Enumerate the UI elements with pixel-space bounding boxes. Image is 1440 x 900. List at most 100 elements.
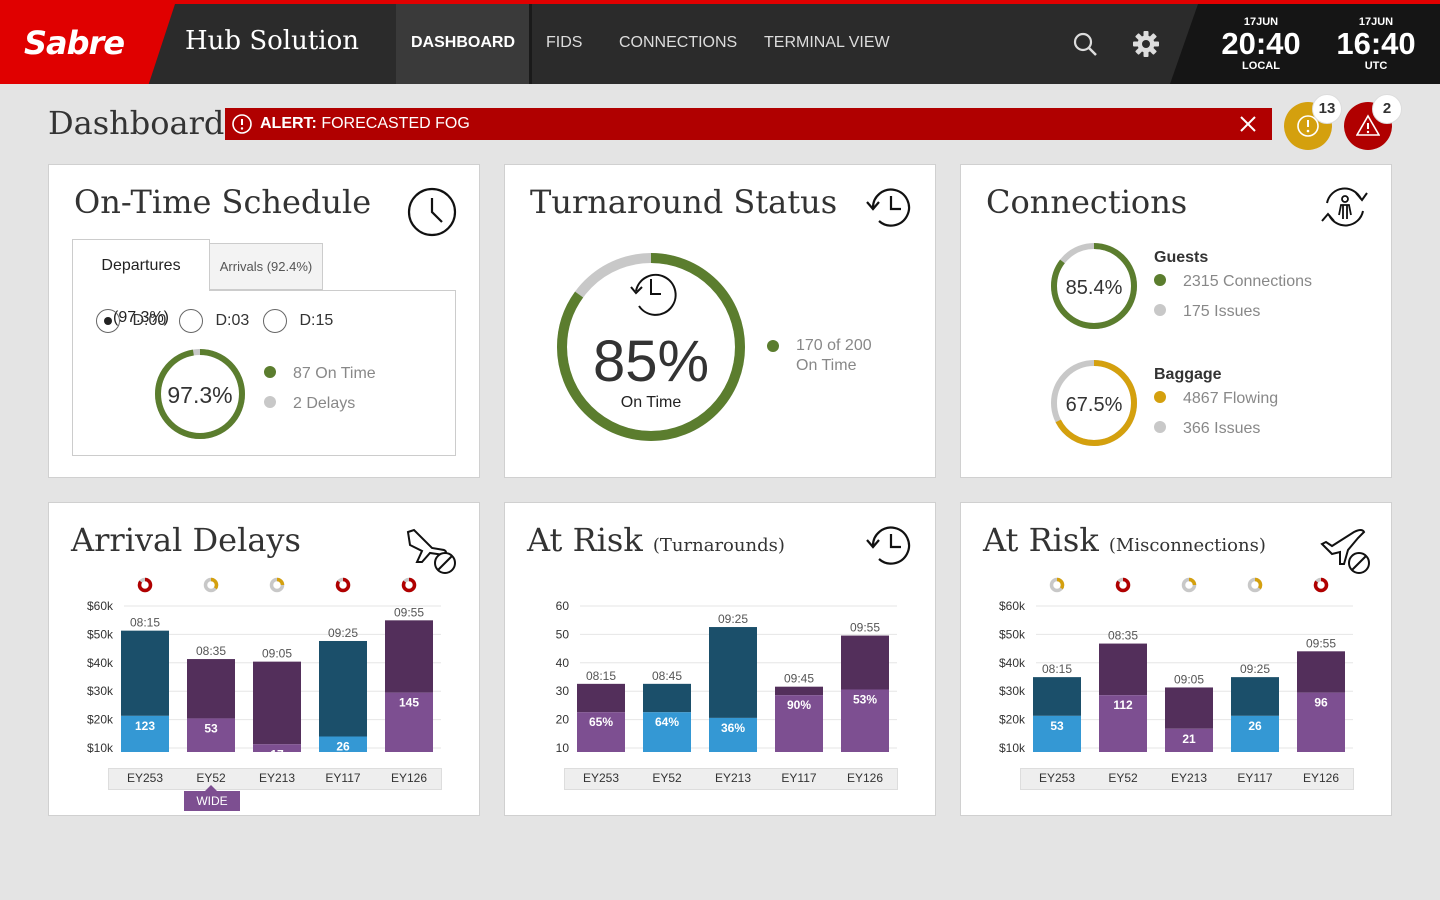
search-icon[interactable] bbox=[1072, 31, 1098, 57]
x-tick-label: EY213 bbox=[258, 771, 296, 785]
legend-label: 366 Issues bbox=[1183, 420, 1261, 437]
history-icon bbox=[866, 526, 911, 565]
nav-connections[interactable]: CONNECTIONS bbox=[619, 4, 737, 84]
x-tick-label: EY117 bbox=[1237, 771, 1273, 785]
utc-zone: UTC bbox=[1364, 60, 1388, 72]
bar-time-label: 08:15 bbox=[586, 669, 616, 683]
card-title: Arrival Delays bbox=[71, 521, 301, 559]
radio-label: D:15 bbox=[299, 312, 334, 330]
clock-panel: 17JUN 20:40 LOCAL 17JUN 16:40 UTC bbox=[1170, 4, 1440, 84]
close-icon[interactable] bbox=[1240, 116, 1256, 132]
x-tick-label: EY253 bbox=[582, 771, 620, 785]
turnaround-donut: 85% On Time bbox=[557, 253, 745, 441]
bar-time-label: 09:25 bbox=[1240, 662, 1270, 676]
legend-connections: 2315 Connections bbox=[1154, 273, 1312, 291]
local-clock: 17JUN 20:40 LOCAL bbox=[1211, 16, 1311, 72]
legend-label: 4867 Flowing bbox=[1183, 390, 1279, 407]
sabre-logo[interactable]: Sabre bbox=[0, 4, 175, 84]
tab-departures[interactable]: Departures (97.3%) bbox=[72, 239, 210, 326]
card-title: At Risk (Misconnections) bbox=[983, 521, 1266, 559]
bar-time-label: 09:25 bbox=[718, 612, 748, 626]
title-text: At Risk bbox=[983, 521, 1099, 559]
nav-terminal-view[interactable]: TERMINAL VIEW bbox=[764, 4, 890, 84]
bar-top-segment bbox=[643, 683, 691, 713]
alert-banner: ALERT: FORECASTED FOG bbox=[225, 108, 1272, 140]
bar-time-label: 09:55 bbox=[1306, 636, 1336, 650]
y-tick-label: 60 bbox=[556, 599, 570, 613]
bar-time-label: 09:05 bbox=[1174, 672, 1204, 686]
badge-pointer bbox=[205, 785, 217, 791]
y-tick-label: 40 bbox=[556, 656, 570, 670]
y-tick-label: $30k bbox=[999, 684, 1026, 698]
gear-icon[interactable] bbox=[1132, 30, 1160, 58]
bar-value-label: 26 bbox=[336, 740, 350, 754]
card-title: At Risk (Turnarounds) bbox=[527, 521, 785, 559]
bar-value-label: 112 bbox=[1113, 698, 1133, 712]
nav-dashboard[interactable]: DASHBOARD bbox=[396, 4, 530, 84]
x-tick-label: EY52 bbox=[1108, 771, 1138, 785]
title-text: At Risk bbox=[527, 521, 643, 559]
bar-top-segment bbox=[841, 635, 889, 690]
legend-line: On Time bbox=[796, 357, 857, 374]
bar-top-segment bbox=[1033, 677, 1081, 716]
bar-time-label: 08:15 bbox=[1042, 662, 1072, 676]
plane-blocked-icon bbox=[1320, 529, 1370, 574]
legend-on-time: 87 On Time bbox=[264, 365, 376, 383]
y-tick-label: $20k bbox=[999, 713, 1026, 727]
x-tick-label: EY253 bbox=[126, 771, 164, 785]
legend-label: 2 Delays bbox=[293, 395, 356, 412]
x-tick-label: EY117 bbox=[781, 771, 817, 785]
radio-circle bbox=[96, 309, 120, 333]
y-tick-label: $40k bbox=[87, 656, 114, 670]
card-title: Connections bbox=[986, 183, 1188, 221]
plane-landing-blocked-icon bbox=[406, 528, 456, 574]
radio-circle bbox=[179, 309, 203, 333]
wide-body-badge: WIDE bbox=[184, 791, 240, 811]
y-tick-label: $60k bbox=[999, 599, 1026, 613]
bar-time-label: 08:35 bbox=[196, 644, 226, 658]
legend-label: 87 On Time bbox=[293, 365, 376, 382]
radio-d15[interactable]: D:15 bbox=[263, 309, 333, 333]
alert-prefix: ALERT: bbox=[260, 115, 317, 132]
donut-value: 85.4% bbox=[1066, 277, 1123, 299]
bar-time-label: 08:45 bbox=[652, 669, 682, 683]
y-tick-label: 20 bbox=[556, 713, 570, 727]
y-tick-label: $10k bbox=[999, 741, 1026, 755]
donut-value: 97.3% bbox=[167, 382, 232, 408]
bar-top-segment bbox=[709, 627, 757, 718]
radio-label: D:00 bbox=[132, 312, 167, 330]
utc-time: 16:40 bbox=[1336, 26, 1416, 61]
radio-d03[interactable]: D:03 bbox=[179, 309, 249, 333]
at-risk-misconnections-card: At Risk (Misconnections) $60k $50k $40k $30… bbox=[960, 502, 1392, 816]
legend-label: 2315 Connections bbox=[1183, 273, 1312, 290]
bar-top-segment bbox=[319, 640, 367, 737]
x-tick-label: EY213 bbox=[1170, 771, 1208, 785]
local-zone: LOCAL bbox=[1242, 60, 1280, 72]
logo-text: Sabre bbox=[24, 24, 125, 62]
connections-card: Connections 85.4% Guests 2315 Connection… bbox=[960, 164, 1392, 478]
clock-icon bbox=[407, 187, 457, 237]
legend-label: 175 Issues bbox=[1183, 303, 1261, 320]
bar-top-segment bbox=[253, 661, 301, 745]
baggage-label: Baggage bbox=[1154, 366, 1222, 383]
legend-delays: 2 Delays bbox=[264, 395, 355, 413]
tab-arrivals[interactable]: Arrivals (92.4%) bbox=[209, 243, 323, 290]
warning-count-badge: 13 bbox=[1312, 94, 1342, 124]
bar-top-segment bbox=[1165, 687, 1213, 729]
radio-label: D:03 bbox=[215, 312, 250, 330]
y-tick-label: $10k bbox=[87, 741, 114, 755]
nav-fids[interactable]: FIDS bbox=[546, 4, 582, 84]
turnaround-sub: On Time bbox=[621, 394, 682, 411]
radio-d00[interactable]: D:00 bbox=[96, 309, 166, 333]
bar-top-segment bbox=[187, 659, 235, 719]
alert-text: FORECASTED FOG bbox=[316, 115, 470, 132]
y-tick-label: $40k bbox=[999, 656, 1026, 670]
x-tick-label: EY117 bbox=[325, 771, 361, 785]
bar-top-segment bbox=[121, 630, 169, 716]
bar-time-label: 09:55 bbox=[850, 621, 880, 635]
bar-value-label: 96 bbox=[1314, 696, 1328, 710]
bar-value-label: 53% bbox=[853, 693, 877, 707]
bar-value-label: 21 bbox=[1182, 732, 1196, 746]
legend-issues: 175 Issues bbox=[1154, 303, 1260, 321]
bar-time-label: 09:25 bbox=[328, 626, 358, 640]
